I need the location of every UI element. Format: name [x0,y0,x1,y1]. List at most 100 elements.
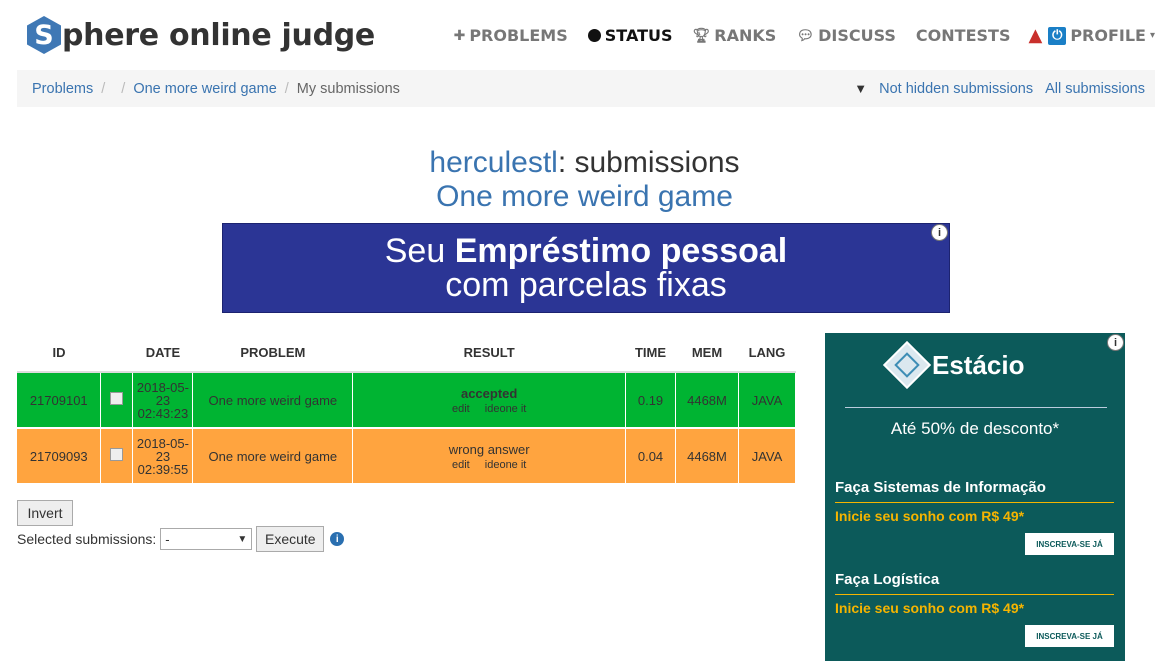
selected-submissions-row: Selected submissions: - ▼ Execute i [17,526,345,552]
col-time[interactable]: TIME [625,333,676,373]
submission-result: wrong answer edit ideone it [352,428,627,485]
breadcrumb: Problems / / One more weird game / My su… [17,70,1155,107]
ad-course-divider [835,502,1114,503]
all-submissions-link[interactable]: All submissions [1045,81,1145,97]
execute-button[interactable]: Execute [256,526,325,552]
breadcrumb-problem-link[interactable]: One more weird game [133,81,276,97]
ad-divider [845,407,1107,408]
col-lang[interactable]: LANG [738,333,796,373]
page-title: herculestl: submissions [0,146,1169,180]
trophy-icon: 🏆︎ [692,27,711,44]
ad-info-icon[interactable]: i [931,224,948,241]
submission-mem: 4468M [675,372,739,429]
puzzle-icon: ✚ [453,27,466,44]
date-value: 2018-05-23 [136,379,189,408]
banner-ad-prefix: Seu [384,232,446,270]
nav-contests[interactable]: CONTESTS [916,26,1011,45]
nav-ranks-label: RANKS [714,26,777,45]
submission-problem-link[interactable]: One more weird game [192,428,354,485]
caret-down-icon: ▾ [1149,30,1155,41]
banner-ad[interactable]: Seu Empréstimo pessoal com parcelas fixa… [222,223,950,313]
submission-checkbox[interactable] [110,448,124,461]
banner-ad-line1: Seu Empréstimo pessoal [223,234,949,268]
submission-checkbox[interactable] [110,392,124,405]
nav-status[interactable]: STATUS [587,26,673,45]
result-text: wrong answer [448,441,530,457]
ad-brand: Estácio [882,340,1025,390]
col-problem[interactable]: PROBLEM [192,333,353,373]
nav-status-label: STATUS [604,26,673,45]
submission-date: 2018-05-23 02:39:55 [132,428,194,485]
time-of-day-value: 02:39:55 [137,461,189,477]
submission-lang: JAVA [738,372,797,429]
nav-discuss[interactable]: 💬︎ DISCUSS [796,26,896,45]
power-icon: ⏻ [1048,26,1067,45]
breadcrumb-separator: / [101,80,106,97]
edit-link[interactable]: edit [452,459,470,471]
action-select-value: - [165,531,170,547]
chat-icon: 💬︎ [796,27,815,44]
main-nav: ✚ PROBLEMS STATUS 🏆︎ RANKS 💬︎ DISCUSS CO… [434,25,1155,46]
username-link[interactable]: herculestl [429,146,557,179]
submission-date: 2018-05-23 02:43:23 [132,372,194,429]
submission-result: accepted edit ideone it [352,372,627,429]
nav-problems[interactable]: ✚ PROBLEMS [454,26,568,45]
side-ad[interactable]: i Estácio Até 50% de desconto* Faça Sist… [825,333,1125,661]
brand-logo-icon [882,340,932,390]
submission-id[interactable]: 21709093 [17,428,102,485]
ad-course-divider [835,594,1114,595]
breadcrumb-current: My submissions [296,80,400,97]
col-mem[interactable]: MEM [675,333,739,373]
logo-hexagon: S [27,16,61,54]
ad-info-icon[interactable]: i [1107,334,1124,351]
info-icon[interactable]: i [330,532,345,546]
ad-signup-button[interactable]: INSCREVA-SE JÁ [1025,625,1114,647]
submissions-table: ID DATE PROBLEM RESULT TIME MEM LANG 217… [17,333,797,485]
submission-lang: JAVA [738,428,797,485]
result-text: accepted [460,385,518,401]
ad-course-name: Faça Sistemas de Informação [835,479,1046,496]
banner-ad-bold: Empréstimo pessoal [454,232,788,270]
breadcrumb-separator: / [121,80,126,97]
ad-signup-button[interactable]: INSCREVA-SE JÁ [1025,533,1114,555]
chevron-down-icon: ▼ [237,533,248,545]
problem-title-link[interactable]: One more weird game [0,180,1169,214]
date-value: 2018-05-23 [136,435,189,464]
circle-icon [587,29,601,42]
submission-problem-link[interactable]: One more weird game [192,372,354,429]
breadcrumb-problems-link[interactable]: Problems [32,81,93,97]
nav-problems-label: PROBLEMS [469,26,568,45]
col-date[interactable]: DATE [132,333,193,373]
logo-text: phere online judge [62,17,375,53]
nav-contests-label: CONTESTS [915,26,1011,45]
table-row: 21709101 2018-05-23 02:43:23 One more we… [17,372,797,429]
breadcrumb-separator: / [284,80,289,97]
ad-course-price: Inicie seu sonho com R$ 49* [835,508,1025,524]
submission-mem: 4468M [675,428,739,485]
nav-profile-label: PROFILE [1070,26,1146,45]
invert-button[interactable]: Invert [17,500,73,526]
not-hidden-submissions-link[interactable]: Not hidden submissions [879,81,1033,97]
table-row: 21709093 2018-05-23 02:39:55 One more we… [17,428,797,485]
title-suffix: : submissions [557,146,740,179]
selected-submissions-label: Selected submissions: [17,531,157,547]
nav-profile[interactable]: ⏻ PROFILE ▾ [1042,26,1155,45]
ad-brand-name: Estácio [932,349,1025,380]
ideone-link[interactable]: ideone it [485,459,527,471]
site-logo[interactable]: S phere online judge [27,15,375,55]
col-id[interactable]: ID [17,333,101,373]
action-select[interactable]: - ▼ [160,528,253,550]
ad-course-name: Faça Logística [835,571,940,588]
submission-time: 0.04 [625,428,676,485]
time-of-day-value: 02:43:23 [137,405,189,421]
submission-id[interactable]: 21709101 [17,372,102,429]
submission-time: 0.19 [625,372,676,429]
edit-link[interactable]: edit [452,403,470,415]
col-checkbox [100,333,133,373]
nav-discuss-label: DISCUSS [818,26,896,45]
warning-icon[interactable]: ▲ [1028,25,1042,46]
nav-ranks[interactable]: 🏆︎ RANKS [693,26,777,45]
ad-course-price: Inicie seu sonho com R$ 49* [835,600,1025,616]
col-result[interactable]: RESULT [352,333,626,373]
ideone-link[interactable]: ideone it [485,403,527,415]
